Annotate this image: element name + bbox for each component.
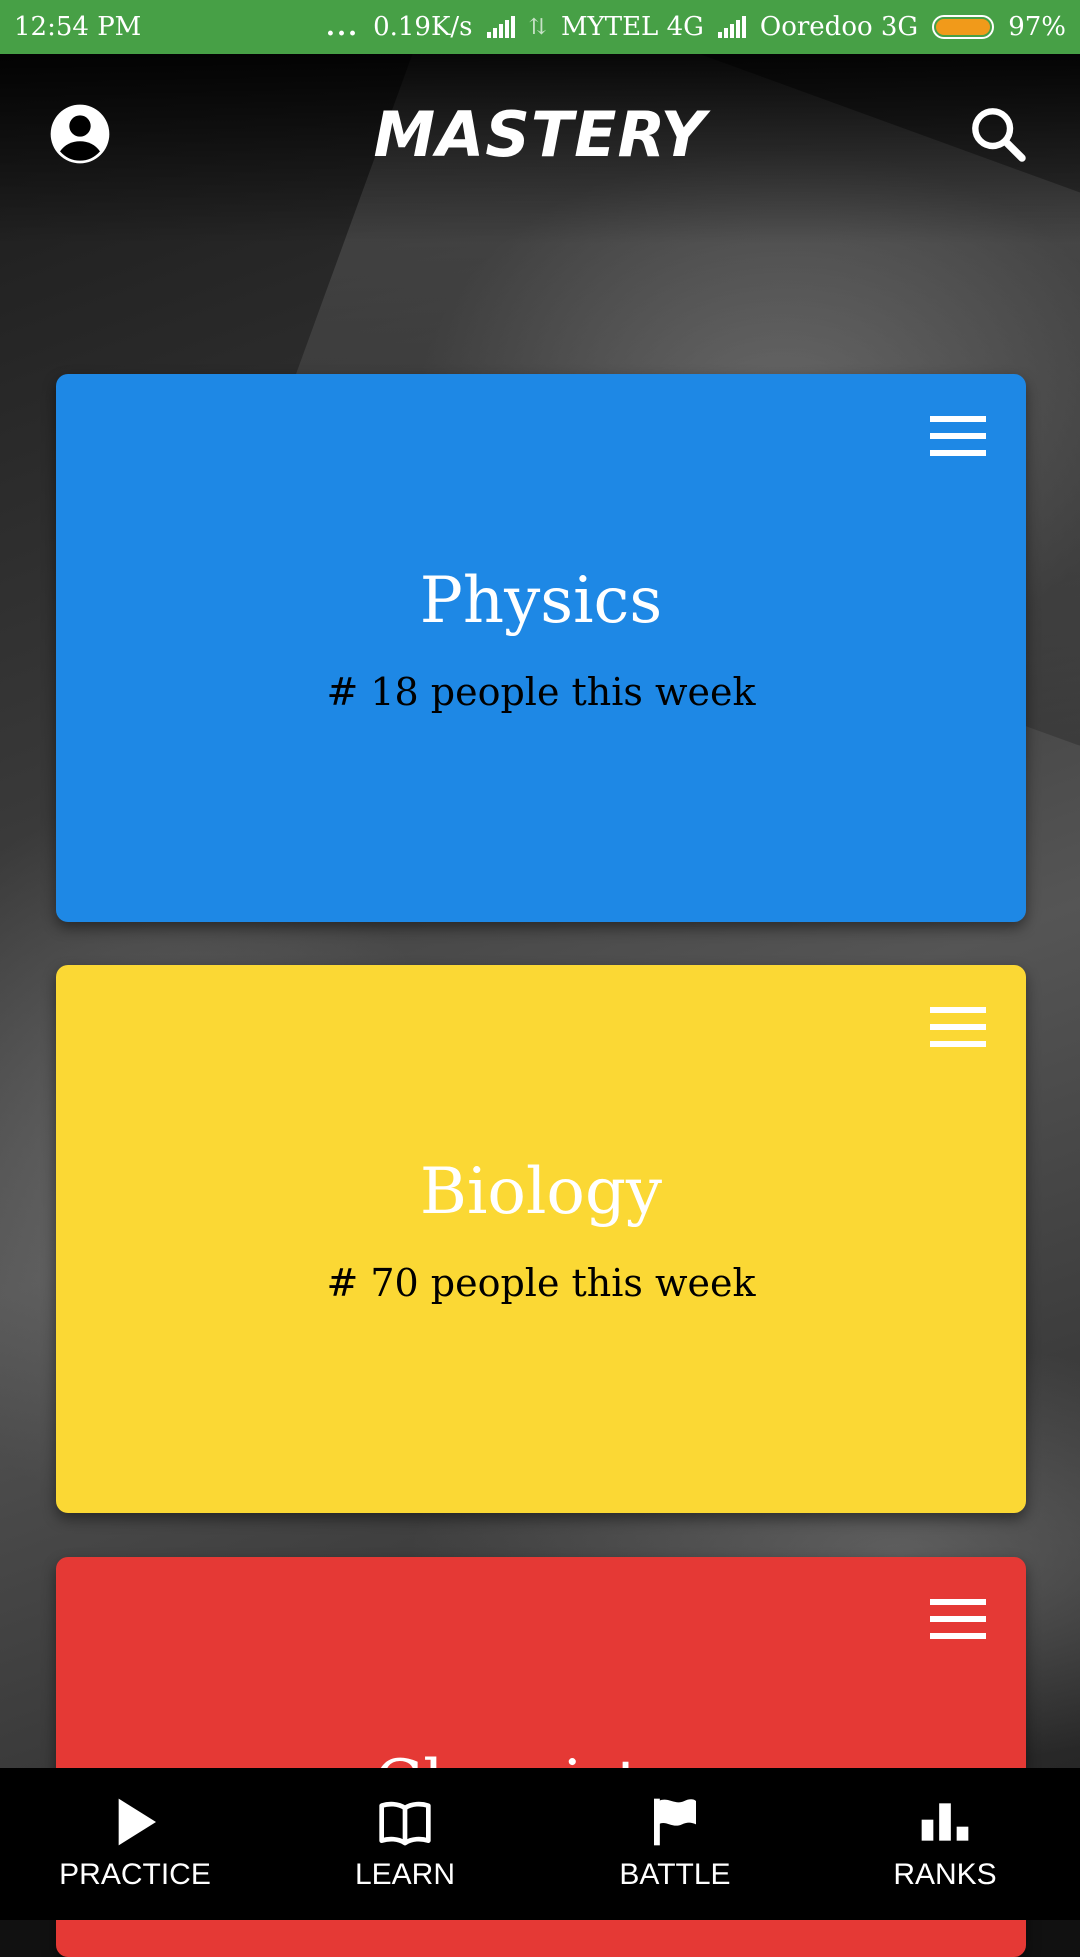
battery-icon <box>932 15 995 39</box>
play-icon <box>118 1798 156 1846</box>
nav-learn[interactable]: LEARN <box>270 1768 540 1920</box>
notification-dots: ... <box>325 12 360 42</box>
carrier-1: MYTEL 4G <box>560 12 704 42</box>
battery-percent: 97% <box>1008 12 1066 42</box>
nav-label: LEARN <box>354 1858 456 1891</box>
subject-card-biology[interactable]: Biology # 70 people this week <box>56 965 1026 1513</box>
card-title: Biology <box>419 1155 663 1229</box>
bar-chart-icon <box>921 1803 969 1841</box>
flag-icon <box>654 1798 696 1846</box>
subject-card-physics[interactable]: Physics # 18 people this week <box>56 374 1026 922</box>
signal-icon <box>486 16 515 38</box>
hamburger-menu-icon[interactable] <box>930 1007 986 1047</box>
nav-ranks[interactable]: RANKS <box>810 1768 1080 1920</box>
carrier-2: Ooredoo 3G <box>759 12 919 42</box>
status-bar: 12:54 PM ... 0.19K/s ⇅ MYTEL 4G Ooredoo … <box>0 0 1080 54</box>
app-bar: MASTERY <box>0 54 1080 214</box>
nav-label: RANKS <box>893 1858 997 1891</box>
hamburger-menu-icon[interactable] <box>930 416 986 456</box>
bottom-nav: PRACTICE LEARN BATTLE RANKS <box>0 1768 1080 1920</box>
network-speed: 0.19K/s <box>373 12 473 42</box>
book-icon <box>379 1801 431 1846</box>
search-icon[interactable] <box>966 102 1030 166</box>
app-title: MASTERY <box>373 98 707 171</box>
signal-icon <box>717 16 746 38</box>
card-subtitle: # 70 people this week <box>326 1261 756 1305</box>
nav-battle[interactable]: BATTLE <box>540 1768 810 1920</box>
card-subtitle: # 18 people this week <box>326 670 756 714</box>
hamburger-menu-icon[interactable] <box>930 1599 986 1639</box>
status-time: 12:54 PM <box>14 12 142 42</box>
card-title: Physics <box>419 564 663 638</box>
nav-practice[interactable]: PRACTICE <box>0 1768 270 1920</box>
nav-label: PRACTICE <box>59 1858 211 1891</box>
data-arrows-icon: ⇅ <box>528 14 547 40</box>
nav-label: BATTLE <box>619 1858 731 1891</box>
